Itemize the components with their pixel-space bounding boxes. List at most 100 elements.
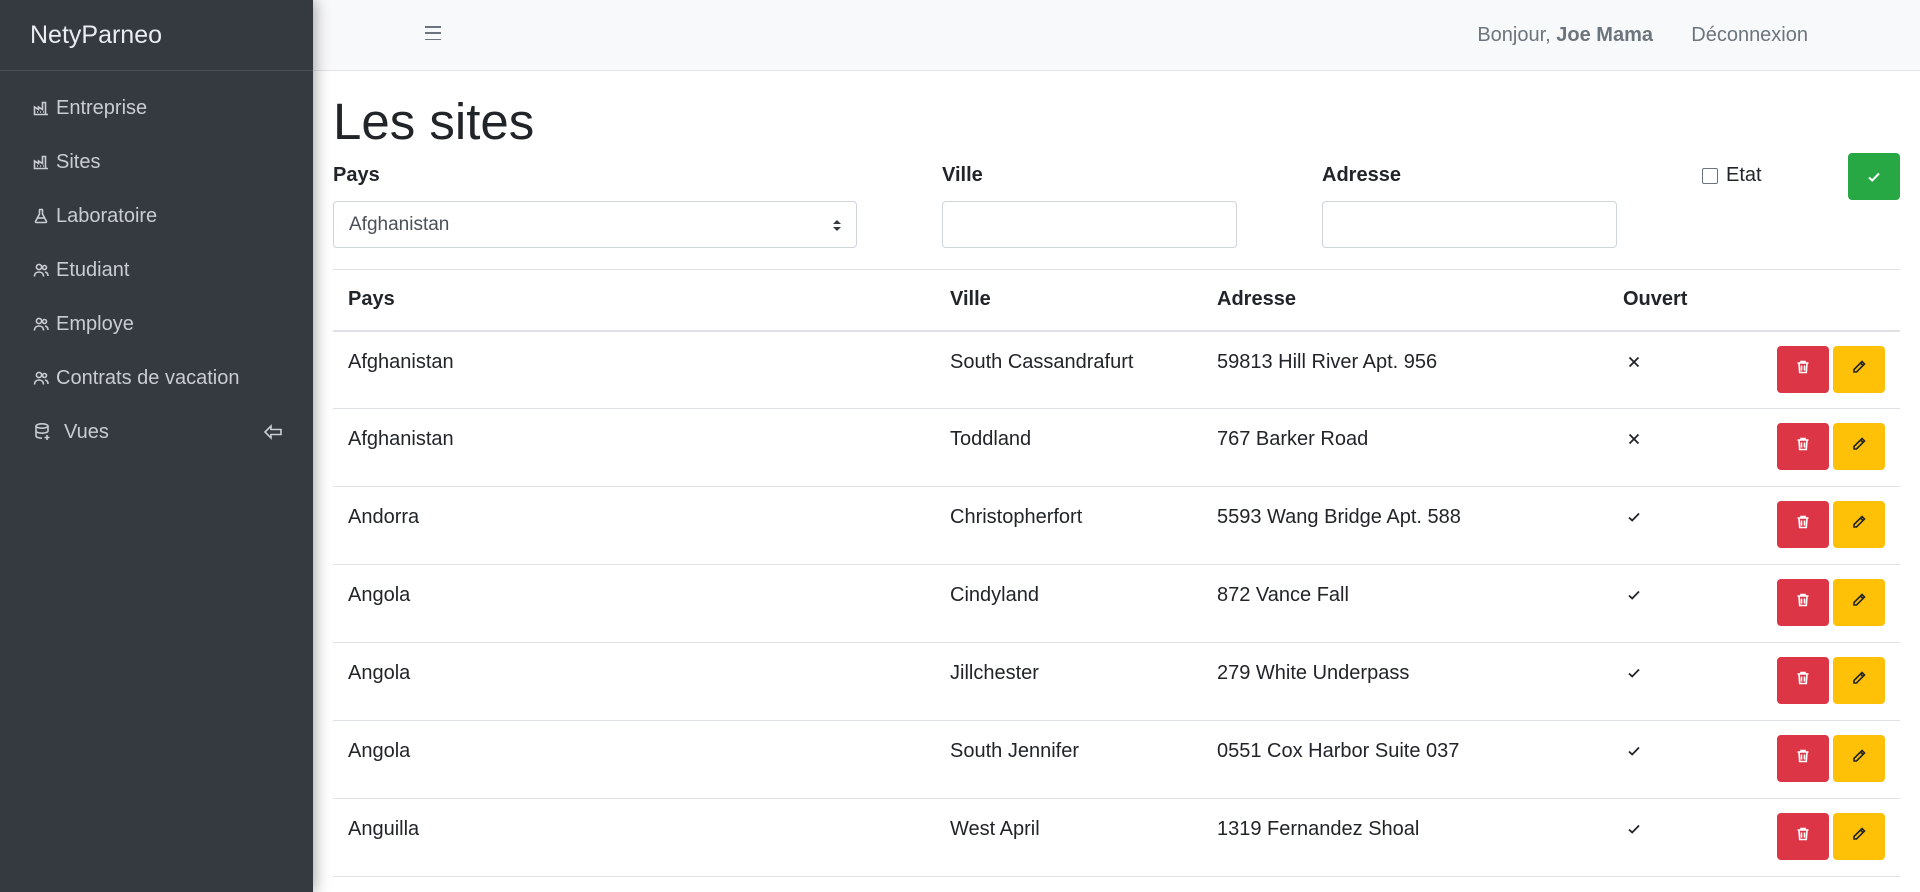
- adresse-label: Adresse: [1322, 164, 1401, 186]
- logout-link[interactable]: Déconnexion: [1691, 24, 1808, 47]
- cell-ouvert: [1608, 330, 1738, 409]
- top-navbar: Bonjour, Joe Mama Déconnexion: [313, 0, 1920, 71]
- trash-icon: [1795, 435, 1811, 458]
- greeting-prefix: Bonjour,: [1477, 24, 1557, 46]
- pencil-icon: [1851, 435, 1867, 458]
- pays-label: Pays: [333, 164, 380, 186]
- pencil-icon: [1851, 669, 1867, 692]
- table-row[interactable]: Anguilla West April 1319 Fernandez Shoal: [333, 798, 1900, 877]
- cell-pays: Angola: [333, 642, 935, 721]
- cell-adresse: 872 Vance Fall: [1202, 564, 1608, 643]
- column-header-actions: [1738, 269, 1900, 332]
- cell-ouvert: [1608, 564, 1738, 643]
- cell-ouvert: [1608, 486, 1738, 565]
- menu-toggle-icon[interactable]: [425, 25, 441, 41]
- sidebar-item-contrats-de-vacation[interactable]: Contrats de vacation: [0, 351, 313, 405]
- page-title: Les sites: [333, 93, 535, 150]
- trash-icon: [1795, 591, 1811, 614]
- sidebar-item-laboratoire[interactable]: Laboratoire: [0, 189, 313, 243]
- sidebar-item-label: Vues: [64, 420, 109, 443]
- edit-button[interactable]: [1833, 813, 1885, 860]
- column-header-pays[interactable]: Pays: [333, 269, 935, 332]
- cell-pays: Angola: [333, 720, 935, 799]
- edit-button[interactable]: [1833, 501, 1885, 548]
- people-icon: [32, 315, 50, 333]
- column-header-ville[interactable]: Ville: [935, 269, 1202, 332]
- sidebar-item-label: Etudiant: [56, 258, 130, 281]
- validate-filter-button[interactable]: [1848, 153, 1900, 200]
- sidebar-item-label: Employe: [56, 312, 134, 335]
- sidebar-nav: Entreprise Sites Laboratoire Etudiant Em…: [0, 71, 313, 459]
- cell-adresse: 279 White Underpass: [1202, 642, 1608, 721]
- check-icon: [1626, 508, 1642, 530]
- database-icon: [32, 422, 56, 441]
- edit-button[interactable]: [1833, 735, 1885, 782]
- cell-adresse: 0551 Cox Harbor Suite 037: [1202, 720, 1608, 799]
- table-row[interactable]: Afghanistan South Cassandrafurt 59813 Hill…: [333, 330, 1900, 409]
- factory-icon: [32, 153, 50, 171]
- cell-adresse: 5593 Wang Bridge Apt. 588: [1202, 486, 1608, 565]
- cell-pays: Afghanistan: [333, 408, 935, 487]
- pencil-icon: [1851, 825, 1867, 848]
- trash-icon: [1795, 513, 1811, 536]
- table-row[interactable]: Angola Jillchester 279 White Underpass: [333, 642, 1900, 721]
- main-content: Les sites Pays Afghanistan Ville Adresse…: [333, 71, 1900, 877]
- pencil-icon: [1851, 747, 1867, 770]
- sidebar-item-label: Laboratoire: [56, 204, 158, 227]
- people-icon: [32, 261, 50, 279]
- cell-actions: [1738, 798, 1900, 877]
- ville-input[interactable]: [942, 201, 1237, 248]
- delete-button[interactable]: [1777, 345, 1829, 393]
- check-icon: [1626, 586, 1642, 608]
- column-header-ouvert[interactable]: Ouvert: [1608, 269, 1738, 332]
- cell-adresse: 1319 Fernandez Shoal: [1202, 798, 1608, 877]
- sidebar-item-label: Contrats de vacation: [56, 366, 240, 389]
- cell-actions: [1738, 486, 1900, 565]
- etat-label: Etat: [1726, 164, 1762, 186]
- edit-button[interactable]: [1833, 423, 1885, 470]
- adresse-input[interactable]: [1322, 201, 1617, 248]
- trash-icon: [1795, 358, 1811, 381]
- pays-select[interactable]: Afghanistan: [333, 201, 857, 248]
- etat-checkbox[interactable]: Etat: [1702, 164, 1762, 187]
- delete-button[interactable]: [1777, 657, 1829, 704]
- cell-ouvert: [1608, 642, 1738, 721]
- table-row[interactable]: Angola South Jennifer 0551 Cox Harbor Suit…: [333, 720, 1900, 799]
- sidebar-item-employe[interactable]: Employe: [0, 297, 313, 351]
- cell-ville: Jillchester: [935, 642, 1202, 721]
- delete-button[interactable]: [1777, 813, 1829, 860]
- sidebar-item-etudiant[interactable]: Etudiant: [0, 243, 313, 297]
- ville-label: Ville: [942, 164, 983, 186]
- cell-ouvert: [1608, 408, 1738, 487]
- cell-ville: West April: [935, 798, 1202, 877]
- table-row[interactable]: Andorra Christopherfort 5593 Wang Bridge A…: [333, 486, 1900, 565]
- delete-button[interactable]: [1777, 423, 1829, 470]
- delete-button[interactable]: [1777, 579, 1829, 626]
- table-row[interactable]: Angola Cindyland 872 Vance Fall: [333, 564, 1900, 643]
- brand-logo[interactable]: NetyParneo: [0, 0, 313, 71]
- arrow-left-icon[interactable]: [263, 422, 283, 442]
- pencil-icon: [1851, 591, 1867, 614]
- pencil-icon: [1851, 513, 1867, 536]
- edit-button[interactable]: [1833, 345, 1885, 393]
- check-icon: [1626, 742, 1642, 764]
- cell-ville: Christopherfort: [935, 486, 1202, 565]
- sidebar-item-vues[interactable]: Vues: [0, 405, 313, 459]
- edit-button[interactable]: [1833, 579, 1885, 626]
- edit-button[interactable]: [1833, 657, 1885, 704]
- cell-actions: [1738, 564, 1900, 643]
- delete-button[interactable]: [1777, 501, 1829, 548]
- cell-actions: [1738, 330, 1900, 409]
- delete-button[interactable]: [1777, 735, 1829, 782]
- sidebar-item-sites[interactable]: Sites: [0, 135, 313, 189]
- sidebar-item-entreprise[interactable]: Entreprise: [0, 81, 313, 135]
- cell-ville: South Jennifer: [935, 720, 1202, 799]
- check-icon: [1626, 664, 1642, 686]
- column-header-adresse[interactable]: Adresse: [1202, 269, 1608, 332]
- cell-pays: Afghanistan: [333, 330, 935, 409]
- table-body: Afghanistan South Cassandrafurt 59813 Hill…: [333, 330, 1900, 877]
- table-row[interactable]: Afghanistan Toddland 767 Barker Road: [333, 408, 1900, 487]
- checkbox-box[interactable]: [1702, 167, 1718, 184]
- cell-ouvert: [1608, 720, 1738, 799]
- cell-ville: Toddland: [935, 408, 1202, 487]
